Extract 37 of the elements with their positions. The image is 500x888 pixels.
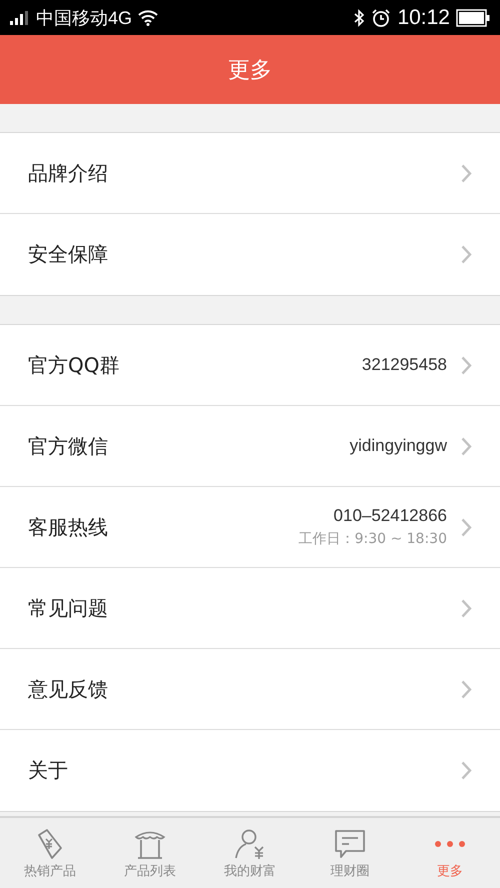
bluetooth-icon <box>353 8 366 26</box>
menu-label: 安全保障 <box>28 241 108 268</box>
chevron-icon <box>461 761 472 780</box>
menu-item[interactable]: 安全保障 <box>0 214 500 295</box>
menu-label: 关于 <box>28 757 68 784</box>
menu-label: 品牌介绍 <box>28 160 108 186</box>
menu-item[interactable]: 意见反馈 <box>0 649 500 730</box>
chevron-icon <box>461 436 472 456</box>
menu-item[interactable]: 常见问题 <box>0 568 500 649</box>
chevron-icon <box>461 598 472 618</box>
menu-label: 常见问题 <box>28 594 108 622</box>
menu-item[interactable]: 官方QQ群 321295458 <box>0 325 500 406</box>
menu-label: 官方微信 <box>28 432 108 460</box>
chevron-icon <box>461 356 472 374</box>
menu-value: 321295458 <box>362 355 447 375</box>
wifi-icon <box>138 10 158 26</box>
battery-icon <box>456 8 490 26</box>
menu-value: yidingyinggw <box>350 436 447 456</box>
signal-icon <box>10 10 30 24</box>
menu-label: 意见反馈 <box>28 676 108 702</box>
working-hours: 工作日：9:30 ~ 18:30 <box>298 530 447 548</box>
menu-item[interactable]: 客服热线 010–52412866 工作日：9:30 ~ 18:30 <box>0 487 500 568</box>
page-title: 更多 <box>228 56 272 84</box>
menu-item[interactable]: 关于 <box>0 730 500 811</box>
chevron-icon <box>461 680 472 698</box>
menu-value: 010–52412866 <box>334 506 447 526</box>
menu-label: 客服热线 <box>28 514 108 540</box>
more-dots-icon <box>435 840 465 846</box>
chevron-icon <box>461 164 472 182</box>
menu-item[interactable]: 品牌介绍 <box>0 133 500 214</box>
clock-time: 10:12 <box>397 6 450 30</box>
chevron-icon <box>461 245 472 264</box>
menu-label: 官方QQ群 <box>28 352 120 378</box>
alarm-clock-icon <box>371 8 392 28</box>
carrier-name: 中国移动4G <box>36 6 132 30</box>
menu-item[interactable]: 官方微信 yidingyinggw <box>0 406 500 487</box>
chevron-icon <box>461 518 472 536</box>
